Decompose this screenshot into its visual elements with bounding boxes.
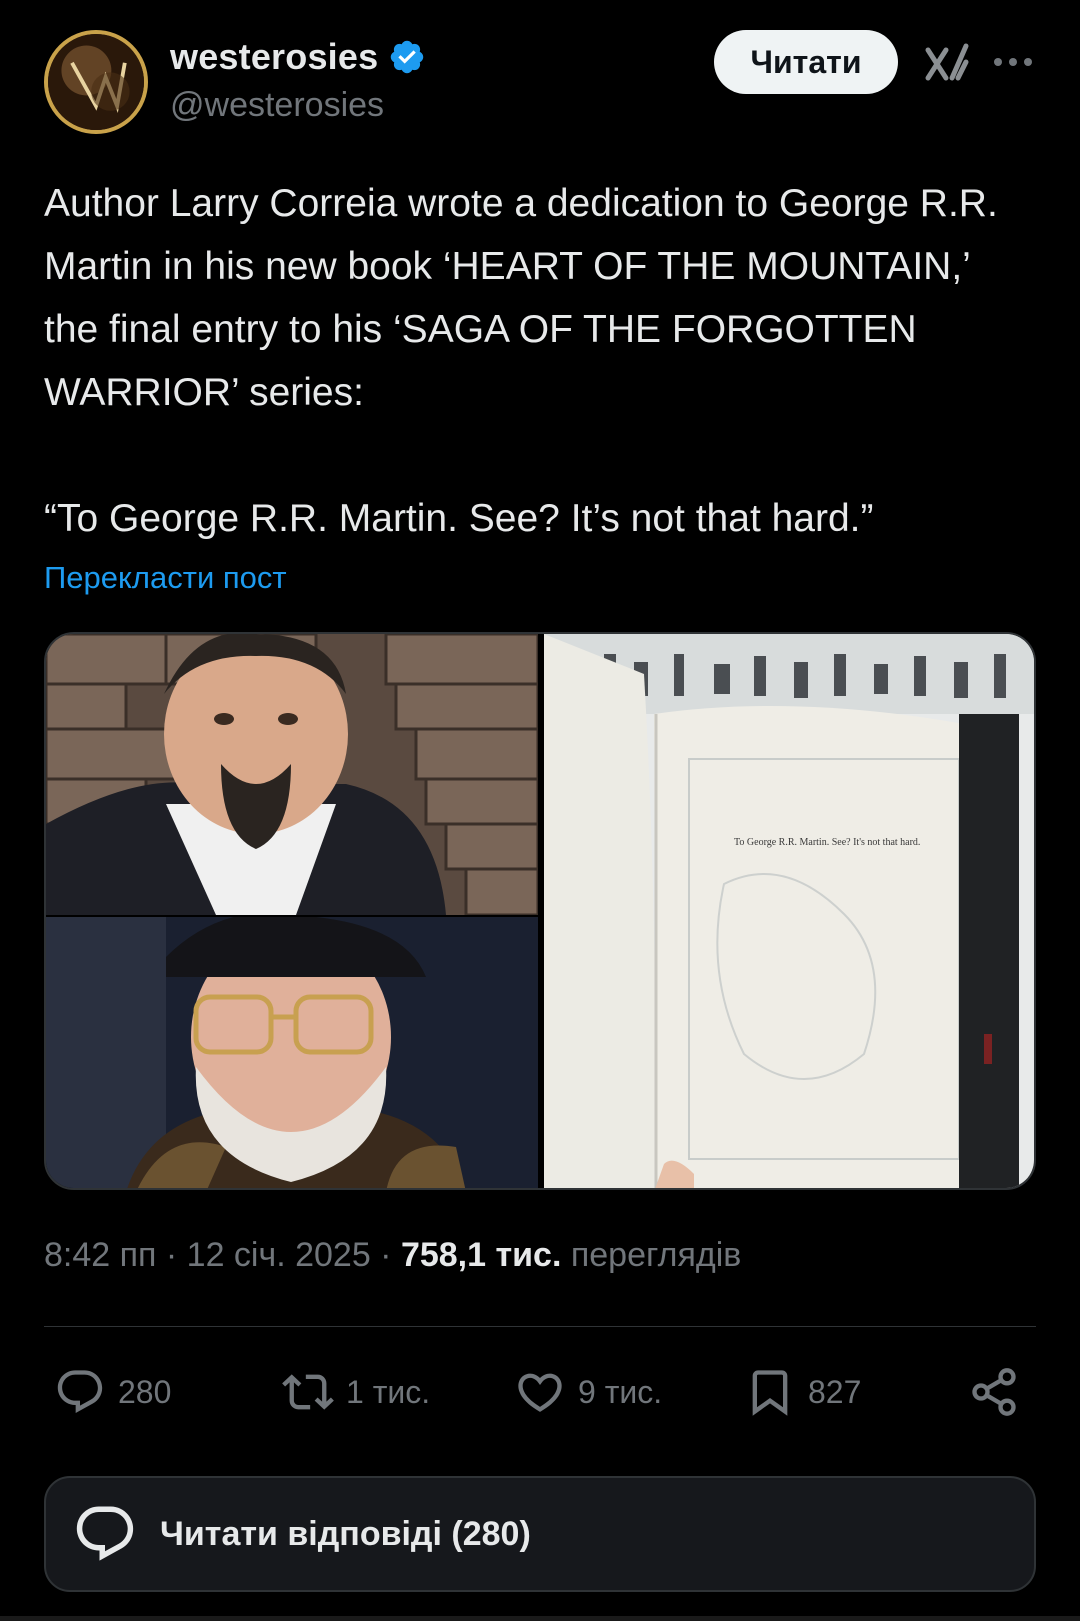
avatar-image [48, 34, 144, 130]
views-count: 758,1 тис. [400, 1236, 562, 1274]
book-dedication-text: To George R.R. Martin. See? It's not tha… [734, 837, 921, 848]
post-time[interactable]: 8:42 пп [44, 1236, 156, 1274]
read-replies-button[interactable]: Читати відповіді (280) [44, 1476, 1036, 1592]
reply-count: 280 [118, 1373, 172, 1410]
post-date[interactable]: 12 січ. 2025 [187, 1236, 371, 1274]
bottom-edge [0, 1616, 1080, 1621]
reply-button[interactable]: 280 [54, 1362, 171, 1422]
meta-separator: · [370, 1236, 401, 1274]
name-row: westerosies [170, 32, 426, 82]
bookmark-button[interactable]: 827 [744, 1362, 861, 1422]
translate-post-link[interactable]: Перекласти пост [44, 560, 287, 596]
reply-icon [57, 1370, 103, 1413]
verified-badge-icon [391, 40, 424, 74]
action-bar: 280 1 тис. 9 тис. 827 [44, 1362, 1036, 1422]
repost-count: 1 тис. [346, 1373, 431, 1410]
read-replies-label: Читати відповіді (280) [160, 1514, 531, 1553]
bookmark-count: 827 [808, 1373, 862, 1410]
like-count: 9 тис. [578, 1373, 663, 1410]
share-icon [972, 1368, 1016, 1416]
display-name[interactable]: westerosies [170, 36, 378, 78]
divider [44, 1326, 1036, 1327]
post-meta: 8:42 пп · 12 січ. 2025 · 758,1 тис. пере… [44, 1236, 741, 1275]
follow-button[interactable]: Читати [714, 30, 898, 94]
heart-icon [518, 1373, 562, 1412]
share-button[interactable] [968, 1362, 1032, 1422]
repost-icon [282, 1374, 334, 1410]
photo-book-dedication-page[interactable]: To George R.R. Martin. See? It's not tha… [544, 634, 1034, 1188]
grok-icon[interactable] [922, 38, 972, 88]
post-header: westerosies @westerosies Читати [44, 28, 1036, 138]
post-text: Author Larry Correia wrote a dedication … [44, 182, 998, 540]
repost-button[interactable]: 1 тис. [282, 1362, 430, 1422]
photo-george-rr-martin[interactable] [46, 917, 538, 1188]
more-options-icon[interactable] [990, 42, 1036, 82]
media-grid[interactable]: To George R.R. Martin. See? It's not tha… [44, 632, 1036, 1190]
views-label: переглядів [570, 1236, 742, 1274]
handle[interactable]: @westerosies [170, 86, 384, 125]
bookmark-icon [752, 1370, 788, 1416]
reply-bubble-icon [76, 1506, 134, 1561]
like-button[interactable]: 9 тис. [514, 1362, 662, 1422]
avatar[interactable] [44, 30, 148, 134]
photo-larry-correia[interactable] [46, 634, 538, 915]
meta-separator: · [156, 1236, 187, 1274]
